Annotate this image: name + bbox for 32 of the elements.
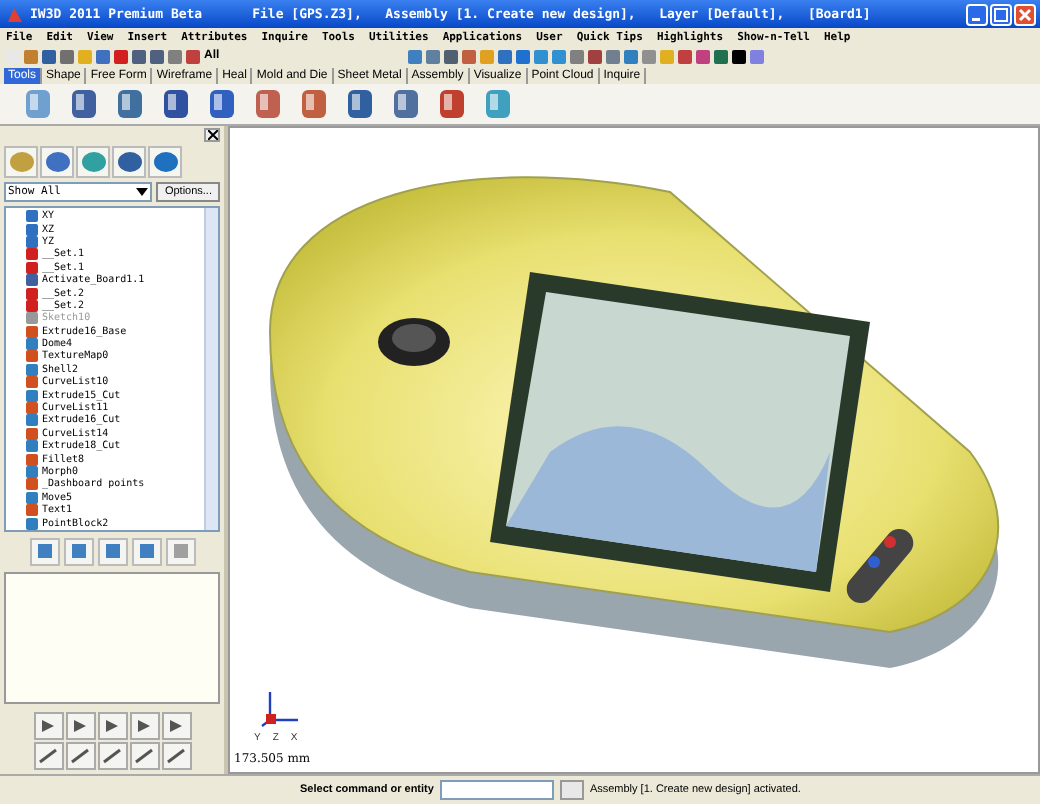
close-button[interactable] [1014,3,1036,25]
panel-tab-icon[interactable] [148,146,182,178]
playback-icon[interactable] [65,712,95,740]
view-mode-icon[interactable] [131,537,161,566]
edit-tool-icon[interactable] [97,742,127,770]
scrollbar[interactable] [204,208,218,530]
caret-icon [136,186,149,198]
panel-tab-icon[interactable] [40,146,74,178]
edit-tool-icon[interactable] [33,742,63,770]
app-logo-icon [6,5,24,23]
panel-tab-icon[interactable] [112,146,146,178]
panel-close-button[interactable] [204,128,220,142]
tool-icon[interactable] [158,88,194,120]
view-mode-icon[interactable] [97,537,127,566]
close-icon [207,130,217,140]
maximize-button[interactable] [990,3,1012,25]
maximize-icon [994,7,1008,21]
minimize-button[interactable] [966,3,988,25]
view-mode-icon[interactable] [63,537,93,566]
playback-icon[interactable] [161,712,191,740]
playback-icon[interactable] [97,712,127,740]
command-field[interactable] [439,780,554,800]
edit-tool-icon[interactable] [129,742,159,770]
edit-tool-icon[interactable] [161,742,191,770]
view-mode-icon[interactable] [165,537,195,566]
edit-tool-icon[interactable] [65,742,95,770]
playback-icon[interactable] [129,712,159,740]
playback-icon[interactable] [33,712,63,740]
panel-tab-icon[interactable] [76,146,110,178]
close-icon [1018,7,1032,21]
spinner-button[interactable] [559,780,584,800]
view-mode-icon[interactable] [29,537,59,566]
